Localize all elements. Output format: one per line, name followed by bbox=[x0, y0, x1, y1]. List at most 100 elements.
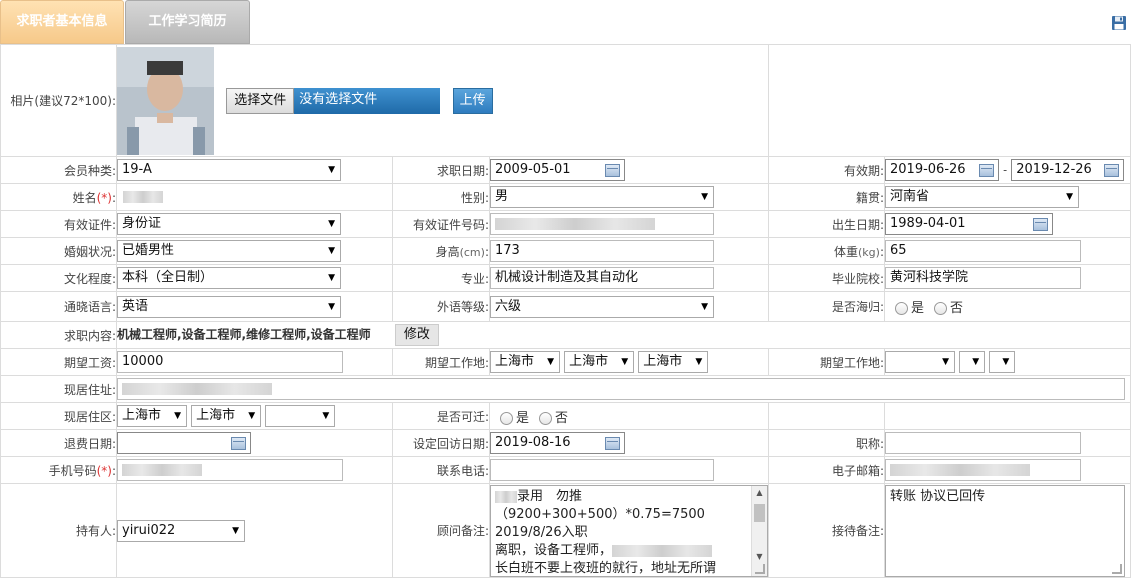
title-input[interactable] bbox=[885, 432, 1081, 454]
mobile-input[interactable] bbox=[117, 459, 343, 481]
valid-start-input[interactable]: 2019-06-26 bbox=[885, 159, 999, 181]
school-input[interactable]: 黄河科技学院 bbox=[885, 267, 1081, 289]
address-input[interactable] bbox=[117, 378, 1125, 400]
marital-label: 婚姻状况: bbox=[0, 237, 117, 265]
note-scrollbar[interactable]: ▲ ▼ bbox=[751, 486, 767, 576]
job-content-label: 求职内容: bbox=[0, 321, 117, 349]
chevron-down-icon: ▼ bbox=[174, 411, 181, 421]
note-blurred bbox=[612, 544, 713, 557]
phone-input[interactable] bbox=[490, 459, 714, 481]
scroll-thumb[interactable] bbox=[754, 504, 765, 522]
refund-date-input[interactable] bbox=[117, 432, 251, 454]
height-unit: (cm) bbox=[459, 245, 485, 259]
tab-work-study-resume[interactable]: 工作学习简历 bbox=[125, 0, 250, 44]
height-input[interactable]: 173 bbox=[490, 240, 714, 262]
id-number-label: 有效证件号码: bbox=[392, 210, 490, 238]
weight-input[interactable]: 65 bbox=[885, 240, 1081, 262]
edit-job-content-button[interactable]: 修改 bbox=[394, 324, 439, 346]
lang-level-label: 外语等级: bbox=[392, 291, 490, 322]
weight-label: 体重(kg): bbox=[768, 237, 885, 265]
id-number-input[interactable] bbox=[490, 213, 714, 235]
expect-district-value: 上海市 bbox=[643, 354, 683, 369]
consultant-note-textarea[interactable]: 录用 勿推 （9200+300+500）*0.75=7500 2019/8/26… bbox=[490, 485, 768, 577]
holder-label: 持有人: bbox=[0, 483, 117, 578]
member-type-value: 19-A bbox=[122, 162, 152, 177]
expect-location2-label: 期望工作地: bbox=[768, 348, 885, 376]
overseas-no-radio[interactable] bbox=[934, 302, 948, 315]
valid-end-value: 2019-12-26 bbox=[1016, 162, 1092, 177]
name-label-colon: : bbox=[111, 190, 116, 205]
residence-district-select[interactable]: ▼ bbox=[265, 405, 336, 427]
phone-label: 联系电话: bbox=[392, 456, 490, 484]
holder-value: yirui022 bbox=[122, 522, 176, 538]
residence-city-select[interactable]: 上海市 ▼ bbox=[191, 405, 262, 427]
salary-input[interactable]: 10000 bbox=[117, 351, 343, 373]
id-type-select[interactable]: 身份证 ▼ bbox=[117, 213, 341, 235]
calendar-icon[interactable] bbox=[231, 437, 246, 450]
weight-unit: (kg) bbox=[858, 245, 880, 259]
resize-grip-icon[interactable] bbox=[1112, 564, 1122, 574]
consultant-note-label: 顾问备注: bbox=[392, 483, 490, 578]
required-mark: (*) bbox=[96, 463, 112, 478]
email-input[interactable] bbox=[885, 459, 1081, 481]
calendar-icon[interactable] bbox=[605, 164, 620, 177]
calendar-icon[interactable] bbox=[979, 164, 994, 177]
upload-button[interactable]: 上传 bbox=[452, 87, 493, 114]
chevron-down-icon: ▼ bbox=[1002, 357, 1010, 367]
language-label: 通晓语言: bbox=[0, 291, 117, 322]
lang-level-select[interactable]: 六级 ▼ bbox=[490, 295, 714, 318]
calendar-icon[interactable] bbox=[1104, 164, 1120, 177]
apply-date-input[interactable]: 2009-05-01 bbox=[490, 159, 625, 181]
chevron-down-icon: ▼ bbox=[328, 246, 335, 256]
chevron-down-icon: ▼ bbox=[547, 357, 554, 367]
residence-label: 现居住区: bbox=[0, 402, 117, 430]
marital-select[interactable]: 已婚男性 ▼ bbox=[117, 240, 341, 262]
chevron-down-icon: ▼ bbox=[701, 192, 708, 202]
overseas-yes-radio[interactable] bbox=[895, 302, 908, 315]
expect-city-select[interactable]: 上海市 ▼ bbox=[564, 351, 635, 373]
language-select[interactable]: 英语 ▼ bbox=[117, 295, 341, 318]
native-place-select[interactable]: 河南省 ▼ bbox=[885, 186, 1079, 208]
birth-date-input[interactable]: 1989-04-01 bbox=[885, 213, 1053, 235]
note-line-1-text: 录用 勿推 bbox=[517, 489, 583, 504]
address-blurred bbox=[122, 382, 272, 395]
required-mark: (*) bbox=[96, 190, 112, 205]
education-value: 本科（全日制） bbox=[122, 270, 214, 285]
choose-file-button[interactable]: 选择文件 bbox=[226, 87, 295, 114]
name-value-blurred[interactable] bbox=[123, 191, 163, 203]
expect-district-select[interactable]: 上海市 ▼ bbox=[638, 351, 709, 373]
expect2-city-select[interactable]: ▼ bbox=[959, 351, 986, 373]
callback-date-input[interactable]: 2019-08-16 bbox=[490, 432, 625, 454]
save-icon[interactable] bbox=[1111, 15, 1127, 31]
expect-province-select[interactable]: 上海市 ▼ bbox=[490, 351, 560, 373]
education-label: 文化程度: bbox=[0, 264, 117, 292]
chevron-down-icon: ▼ bbox=[972, 357, 980, 367]
relocate-yes-radio[interactable] bbox=[500, 411, 513, 425]
note-line-2: （9200+300+500）*0.75=7500 bbox=[495, 507, 705, 522]
valid-end-input[interactable]: 2019-12-26 bbox=[1011, 159, 1125, 181]
education-select[interactable]: 本科（全日制） ▼ bbox=[117, 267, 341, 289]
residence-province-select[interactable]: 上海市 ▼ bbox=[117, 405, 187, 427]
calendar-icon[interactable] bbox=[1033, 218, 1048, 231]
overseas-label: 是否海归: bbox=[768, 291, 885, 322]
member-type-select[interactable]: 19-A ▼ bbox=[117, 159, 341, 181]
major-input[interactable]: 机械设计制造及其自动化 bbox=[490, 267, 714, 289]
note-line-4: 离职，设备工程师， bbox=[495, 542, 763, 560]
chevron-down-icon: ▼ bbox=[322, 411, 330, 421]
major-label: 专业: bbox=[392, 264, 490, 292]
expect2-province-select[interactable]: ▼ bbox=[885, 351, 955, 373]
callback-date-value: 2019-08-16 bbox=[495, 435, 571, 450]
tab-basic-info[interactable]: 求职者基本信息 bbox=[0, 0, 124, 44]
relocate-no-radio[interactable] bbox=[539, 411, 553, 425]
scroll-down-icon[interactable]: ▼ bbox=[752, 550, 767, 564]
resize-grip-icon[interactable] bbox=[755, 564, 765, 574]
birth-date-label: 出生日期: bbox=[768, 210, 885, 238]
calendar-icon[interactable] bbox=[605, 437, 620, 450]
expect2-district-select[interactable]: ▼ bbox=[989, 351, 1016, 373]
apply-date-value: 2009-05-01 bbox=[495, 162, 571, 177]
scroll-up-icon[interactable]: ▲ bbox=[752, 486, 767, 500]
reception-note-textarea[interactable]: 转账 协议已回传 bbox=[885, 485, 1125, 577]
holder-select[interactable]: yirui022 ▼ bbox=[117, 519, 245, 542]
marital-value: 已婚男性 bbox=[122, 243, 175, 258]
gender-select[interactable]: 男 ▼ bbox=[490, 186, 714, 208]
